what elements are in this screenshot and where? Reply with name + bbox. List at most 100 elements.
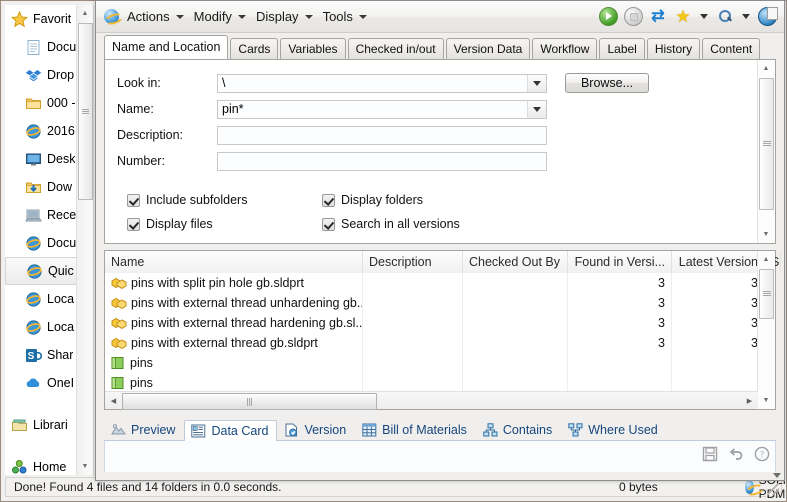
menu-modify[interactable]: Modify (189, 6, 251, 27)
column-header-found-in-versi[interactable]: Found in Versi... (568, 251, 672, 273)
nav-scroll-thumb[interactable] (78, 23, 93, 200)
include-subfolders-checkbox[interactable]: Include subfolders (127, 193, 322, 207)
nav-item-loca[interactable]: Loca (5, 285, 77, 313)
tab-content[interactable]: Content (702, 38, 761, 60)
detail-tab-bill-of-materials[interactable]: Bill of Materials (355, 419, 476, 440)
nav-item-desk[interactable]: Desk (5, 145, 77, 173)
detail-tab-contains[interactable]: Contains (476, 419, 561, 440)
look-in-field-dropdown[interactable] (527, 74, 546, 92)
criteria-scroll-thumb[interactable] (759, 78, 774, 210)
undo-button[interactable] (728, 446, 745, 463)
nav-item-librari[interactable]: Librari (5, 411, 77, 439)
search-type-button[interactable] (714, 6, 736, 28)
display-files-checkbox[interactable]: Display files (127, 217, 322, 231)
hscroll-left-icon[interactable]: ◀ (105, 393, 122, 409)
hscroll-track[interactable] (122, 393, 741, 410)
column-header-checked-out-by[interactable]: Checked Out By (463, 251, 568, 273)
number-field-control[interactable] (217, 151, 547, 171)
tab-name-and-location[interactable]: Name and Location (104, 35, 229, 59)
table-row[interactable]: pins (105, 373, 758, 391)
navigation-pane[interactable]: Favorit Docu Drop 000 - 2016 Desk Dow Rece Docu Q… (5, 5, 94, 475)
column-header-name[interactable]: Name (105, 251, 363, 273)
results-vertical-scrollbar[interactable]: ▲ ▼ (757, 251, 775, 409)
favorites-dropdown[interactable] (697, 6, 711, 28)
criteria-scrollbar[interactable]: ▲ ▼ (757, 60, 775, 243)
hscroll-thumb[interactable] (122, 393, 377, 410)
search-tab-strip[interactable]: Name and Location Cards Variables Checked i… (104, 35, 784, 60)
tab-workflow[interactable]: Workflow (532, 38, 598, 60)
help-button[interactable]: ? (754, 446, 771, 463)
refresh-button[interactable]: ⇄ (647, 6, 669, 28)
detail-tab-data-card[interactable]: Data Card (184, 420, 278, 441)
pdm-logo-button[interactable] (100, 6, 122, 28)
nav-item-rece[interactable]: Rece (5, 201, 77, 229)
nav-item-2016[interactable]: 2016 (5, 117, 77, 145)
nav-item-000[interactable]: 000 - (5, 89, 77, 117)
nav-scroll-down-icon[interactable]: ▼ (77, 458, 93, 475)
column-header-description[interactable]: Description (363, 251, 463, 273)
menu-display[interactable]: Display (251, 6, 318, 27)
results-scroll-down-icon[interactable]: ▼ (758, 392, 774, 409)
results-scroll-thumb[interactable] (759, 269, 774, 319)
display-folders-checkbox[interactable]: Display folders (322, 193, 517, 207)
look-in-field-control[interactable] (217, 73, 547, 93)
criteria-scroll-up-icon[interactable]: ▲ (758, 60, 774, 77)
nav-item-home[interactable]: Home (5, 453, 77, 475)
tab-cards[interactable]: Cards (230, 38, 279, 60)
search-start-button[interactable] (597, 6, 619, 28)
detail-tab-strip[interactable]: Preview Data Card Version Bill of Materials… (104, 417, 776, 441)
search-stop-button[interactable] (622, 6, 644, 28)
tab-history[interactable]: History (646, 38, 701, 60)
name-field-dropdown[interactable] (527, 100, 546, 118)
search-all-versions-checkbox[interactable]: Search in all versions (322, 217, 517, 231)
nav-item-drop[interactable]: Drop (5, 61, 77, 89)
pdm-resize-handle[interactable] (773, 473, 781, 478)
tab-version-data[interactable]: Version Data (445, 38, 531, 60)
column-header-latest-version[interactable]: Latest Version (672, 251, 765, 273)
checkbox-checked-icon[interactable] (127, 193, 140, 207)
results-body[interactable]: pins with split pin hole gb.sldprt 3 3 pins… (105, 273, 758, 391)
tab-checked-in-out[interactable]: Checked in/out (347, 38, 444, 60)
results-scroll-up-icon[interactable]: ▲ (758, 251, 774, 268)
navigation-scrollbar[interactable]: ▲ ▼ (76, 5, 93, 475)
save-button[interactable] (702, 446, 719, 463)
menu-actions[interactable]: Actions (122, 6, 189, 27)
checkbox-checked-icon[interactable] (127, 217, 140, 231)
navigation-list[interactable]: Favorit Docu Drop 000 - 2016 Desk Dow Rece Docu Q… (5, 5, 77, 475)
description-field[interactable] (217, 125, 547, 145)
tab-variables[interactable]: Variables (280, 38, 346, 60)
checkbox-checked-icon[interactable] (322, 193, 335, 207)
nav-item-loca[interactable]: Loca (5, 313, 77, 341)
open-web-button[interactable] (756, 6, 778, 28)
browse-button[interactable]: Browse... (565, 73, 649, 93)
table-row[interactable]: pins with external thread hardening gb.s… (105, 313, 758, 333)
menu-tools[interactable]: Tools (318, 6, 372, 27)
number-field[interactable] (217, 151, 547, 171)
criteria-scroll-down-icon[interactable]: ▼ (758, 226, 774, 243)
name-field[interactable] (217, 99, 547, 119)
description-field-control[interactable] (217, 125, 547, 145)
table-row[interactable]: pins (105, 353, 758, 373)
table-row[interactable]: pins with split pin hole gb.sldprt 3 3 (105, 273, 758, 293)
table-row[interactable]: pins with external thread unhardening gb… (105, 293, 758, 313)
nav-item-quic[interactable]: Quic (5, 257, 77, 285)
detail-tab-preview[interactable]: Preview (104, 419, 184, 440)
nav-item-onei[interactable]: OneI (5, 369, 77, 397)
detail-tab-where-used[interactable]: Where Used (561, 419, 666, 440)
nav-item-shar[interactable]: S Shar (5, 341, 77, 369)
name-field-control[interactable] (217, 99, 547, 119)
results-header-row[interactable]: Name Description Checked Out By Found in Ve… (105, 251, 781, 274)
nav-item-favorit[interactable]: Favorit (5, 5, 77, 33)
table-row[interactable]: pins with external thread gb.sldprt 3 3 (105, 333, 758, 353)
search-type-dropdown[interactable] (739, 6, 753, 28)
resize-grip-icon[interactable] (767, 483, 779, 495)
nav-item-docu[interactable]: Docu (5, 33, 77, 61)
results-horizontal-scrollbar[interactable]: ◀ ▶ (105, 391, 758, 410)
detail-tab-version[interactable]: Version (277, 419, 355, 440)
nav-item-docu[interactable]: Docu (5, 229, 77, 257)
tab-label[interactable]: Label (599, 38, 645, 60)
nav-scroll-up-icon[interactable]: ▲ (77, 5, 93, 22)
look-in-field[interactable] (217, 73, 547, 93)
checkbox-checked-icon[interactable] (322, 217, 335, 231)
favorites-button[interactable]: ★ (672, 6, 694, 28)
